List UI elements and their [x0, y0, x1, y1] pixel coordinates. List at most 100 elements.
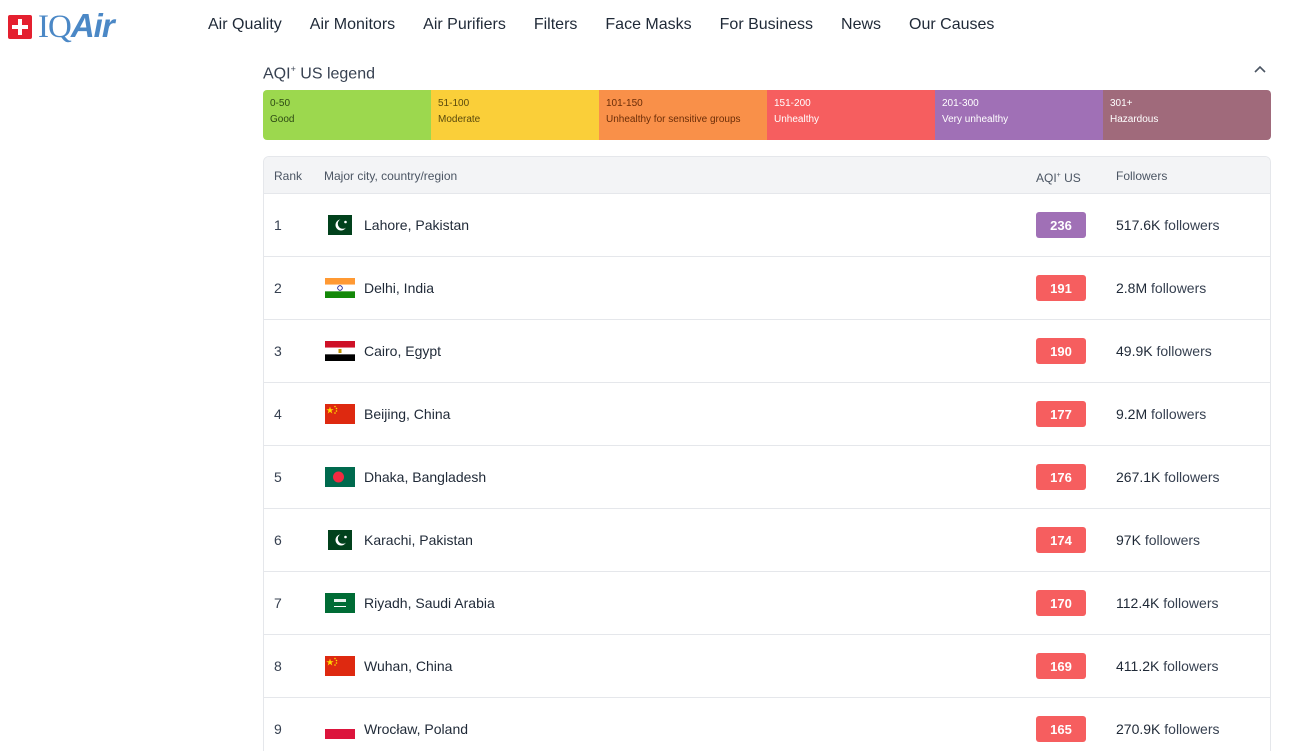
followers-word: followers — [1164, 217, 1220, 233]
legend-range: 101-150 — [606, 98, 643, 109]
header-aqi-suffix: US — [1060, 171, 1081, 185]
row-rank: 6 — [274, 532, 282, 548]
iqair-logo[interactable]: IQAir — [8, 9, 115, 45]
followers-count: 2.8M — [1116, 280, 1148, 296]
row-followers: 112.4K followers — [1116, 572, 1218, 634]
row-city[interactable]: Dhaka, Bangladesh — [364, 446, 486, 508]
followers-word: followers — [1163, 658, 1219, 674]
nav-our-causes[interactable]: Our Causes — [895, 14, 1008, 36]
egypt-flag-icon — [325, 341, 355, 361]
legend-range: 151-200 — [774, 98, 811, 109]
row-followers: 411.2K followers — [1116, 635, 1218, 697]
flag-cell — [324, 509, 356, 571]
chevron-up-icon[interactable] — [1253, 62, 1267, 76]
row-rank: 1 — [274, 217, 282, 233]
pakistan-flag-icon — [328, 530, 352, 550]
row-city[interactable]: Wuhan, China — [364, 635, 452, 697]
aqi-cell: 236 — [1036, 194, 1086, 256]
bangladesh-flag-icon — [325, 467, 355, 487]
followers-count: 270.9K — [1116, 721, 1161, 737]
row-rank: 2 — [274, 280, 282, 296]
row-followers: 270.9K followers — [1116, 698, 1220, 751]
nav-face-masks[interactable]: Face Masks — [591, 14, 705, 36]
aqi-cell: 177 — [1036, 383, 1086, 445]
row-city[interactable]: Lahore, Pakistan — [364, 194, 469, 256]
legend-hazardous: 301+ Hazardous — [1103, 90, 1271, 140]
aqi-badge: 190 — [1036, 338, 1086, 364]
row-followers: 9.2M followers — [1116, 383, 1206, 445]
table-row[interactable]: 1 Lahore, Pakistan 236 517.6K followers — [264, 193, 1270, 256]
row-city[interactable]: Cairo, Egypt — [364, 320, 441, 382]
table-row[interactable]: 8 Wuhan, China 169 411.2K followers — [264, 634, 1270, 697]
aqi-cell: 170 — [1036, 572, 1086, 634]
legend-range: 301+ — [1110, 98, 1133, 109]
followers-count: 411.2K — [1116, 658, 1160, 674]
legend-label: Moderate — [438, 114, 481, 125]
row-city[interactable]: Delhi, India — [364, 257, 434, 319]
logo-text: IQAir — [38, 9, 115, 45]
row-followers: 49.9K followers — [1116, 320, 1212, 382]
flag-cell — [324, 257, 356, 319]
legend-very-unhealthy: 201-300 Very unhealthy — [935, 90, 1103, 140]
nav-air-quality[interactable]: Air Quality — [194, 14, 296, 36]
aqi-badge: 169 — [1036, 653, 1086, 679]
legend-label: Very unhealthy — [942, 114, 1009, 125]
table-row[interactable]: 5 Dhaka, Bangladesh 176 267.1K followers — [264, 445, 1270, 508]
table-row[interactable]: 9 Wrocław, Poland 165 270.9K followers — [264, 697, 1270, 751]
followers-word: followers — [1163, 595, 1219, 611]
row-city[interactable]: Beijing, China — [364, 383, 450, 445]
legend-label: Unhealthy for sensitive groups — [606, 114, 741, 125]
row-rank: 9 — [274, 721, 282, 737]
swiss-cross-icon — [8, 14, 32, 39]
pakistan-flag-icon — [328, 215, 352, 235]
nav-air-monitors[interactable]: Air Monitors — [296, 14, 409, 36]
followers-count: 517.6K — [1116, 217, 1161, 233]
flag-cell — [324, 635, 356, 697]
row-followers: 267.1K followers — [1116, 446, 1220, 508]
header-followers: Followers — [1116, 169, 1168, 183]
aqi-badge: 177 — [1036, 401, 1086, 427]
table-row[interactable]: 7 Riyadh, Saudi Arabia 170 112.4K follow… — [264, 571, 1270, 634]
saudi-arabia-flag-icon — [325, 593, 355, 613]
aqi-badge: 176 — [1036, 464, 1086, 490]
followers-count: 49.9K — [1116, 343, 1153, 359]
row-city[interactable]: Riyadh, Saudi Arabia — [364, 572, 495, 634]
legend-range: 51-100 — [438, 98, 470, 109]
legend-moderate: 51-100 Moderate — [431, 90, 599, 140]
table-row[interactable]: 4 Beijing, China 177 9.2M followers — [264, 382, 1270, 445]
nav-news[interactable]: News — [827, 14, 895, 36]
legend-label: Hazardous — [1110, 114, 1159, 125]
legend-label: Good — [270, 114, 295, 125]
followers-word: followers — [1144, 532, 1201, 548]
nav-for-business[interactable]: For Business — [706, 14, 827, 36]
aqi-badge: 170 — [1036, 590, 1086, 616]
nav-filters[interactable]: Filters — [520, 14, 592, 36]
row-city[interactable]: Wrocław, Poland — [364, 698, 468, 751]
china-flag-icon — [325, 404, 355, 424]
logo-iq: IQ — [38, 9, 72, 45]
nav-air-purifiers[interactable]: Air Purifiers — [409, 14, 520, 36]
poland-flag-icon — [325, 719, 355, 739]
table-row[interactable]: 2 Delhi, India 191 2.8M followers — [264, 256, 1270, 319]
row-rank: 4 — [274, 406, 282, 422]
flag-cell — [324, 194, 356, 256]
header-aqi: AQI+ US — [1036, 169, 1081, 185]
header-aqi-label: AQI — [1036, 171, 1057, 185]
legend-range: 201-300 — [942, 98, 979, 109]
followers-word: followers — [1156, 343, 1212, 359]
followers-word: followers — [1151, 406, 1207, 422]
table-row[interactable]: 6 Karachi, Pakistan 174 97K followers — [264, 508, 1270, 571]
aqi-badge: 236 — [1036, 212, 1086, 238]
row-followers: 517.6K followers — [1116, 194, 1220, 256]
table-header: Rank Major city, country/region AQI+ US … — [264, 157, 1270, 193]
legend-title: AQI+ US legend — [263, 58, 1271, 85]
legend-title-aqi: AQI — [263, 65, 291, 83]
row-city[interactable]: Karachi, Pakistan — [364, 509, 473, 571]
table-row[interactable]: 3 Cairo, Egypt 190 49.9K followers — [264, 319, 1270, 382]
aqi-badge: 191 — [1036, 275, 1086, 301]
row-rank: 3 — [274, 343, 282, 359]
aqi-cell: 190 — [1036, 320, 1086, 382]
flag-cell — [324, 383, 356, 445]
legend-header: AQI+ US legend — [263, 58, 1271, 82]
aqi-badge: 165 — [1036, 716, 1086, 742]
